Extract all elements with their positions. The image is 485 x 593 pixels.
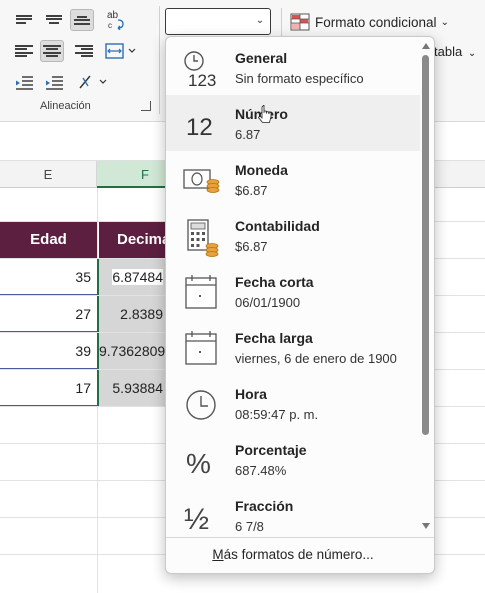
format-option-accounting[interactable]: Contabilidad $6.87 [166,207,420,263]
table-cell-age[interactable]: 35 [0,259,97,295]
header-cell-decimal[interactable]: Decima [98,222,170,258]
svg-text:123: 123 [188,71,216,89]
chevron-down-icon: ⌄ [440,16,449,28]
orientation-button[interactable] [76,71,110,93]
alignment-dialog-launcher-icon[interactable] [141,101,151,111]
increase-indent-icon [46,76,63,90]
format-as-table-label: tabla [434,44,463,59]
accounting-calculator-icon [187,219,219,257]
increase-indent-button[interactable] [42,72,66,94]
align-top-button[interactable] [12,8,36,30]
conditional-format-button[interactable]: Formato condicional ⌄ [290,11,449,33]
dropdown-scrollbar[interactable] [420,43,432,533]
align-left-icon [15,43,33,59]
align-middle-icon [46,13,62,25]
format-option-number[interactable]: 12 Número 6.87 [166,95,420,151]
fraction-icon: ½ [184,503,209,536]
align-center-icon [43,43,61,59]
mouse-cursor-icon [257,105,272,123]
format-option-long-date[interactable]: Fecha larga viernes, 6 de enero de 1900 [166,319,420,375]
number-format-dropdown: 123 General Sin formato específico 12 Nú… [165,36,435,574]
svg-text:%: % [186,448,211,479]
table-cell-age[interactable]: 17 [0,370,97,406]
wrap-text-icon: ab c [107,10,124,30]
format-option-fraction[interactable]: ½ Fracción 6 7/8 [166,487,420,543]
scroll-thumb[interactable] [422,55,429,435]
align-left-button[interactable] [12,40,36,62]
scroll-up-arrow-icon[interactable] [422,43,430,49]
table-cell-age[interactable]: 27 [0,296,97,332]
format-option-currency[interactable]: Moneda $6.87 [166,151,420,207]
table-cell-decimal[interactable]: 2.8389 [97,296,165,332]
align-right-button[interactable] [72,40,96,62]
table-cell-decimal[interactable]: 6.87484 [97,259,165,295]
decrease-indent-icon [16,76,33,90]
general-clock-123-icon: 123 [184,51,216,89]
align-center-button[interactable] [40,40,64,62]
format-option-general[interactable]: 123 General Sin formato específico [166,39,420,95]
column-header-e[interactable]: E [0,161,97,188]
align-bottom-icon [74,14,90,26]
svg-text:ab: ab [107,10,119,21]
align-middle-button[interactable] [42,8,66,30]
align-top-icon [16,13,32,25]
ribbon-separator [159,6,160,114]
merge-center-button[interactable] [103,40,139,62]
decrease-indent-button[interactable] [12,72,36,94]
chevron-down-icon[interactable]: ⌄ [253,12,267,30]
more-number-formats-link[interactable]: Más formatos de número... [166,547,420,562]
table-cell-decimal[interactable]: 9.7362809 [97,333,165,369]
svg-text:c: c [108,21,112,30]
format-option-time[interactable]: Hora 08:59:47 p. m. [166,375,420,431]
wrap-text-button[interactable]: ab c [103,8,127,30]
table-cell-age[interactable]: 39 [0,333,97,369]
svg-text:½: ½ [184,503,209,536]
calendar-icon [185,331,217,365]
table-cell-decimal[interactable]: 5.93884 [97,370,165,406]
percent-icon: % [186,448,211,479]
clock-icon [186,390,216,420]
chevron-down-icon: ⌄ [467,48,477,59]
alignment-group-label: Alineación [40,100,91,112]
number-12-icon: 12 [186,114,213,141]
format-as-table-button[interactable]: tabla ⌄ [434,44,476,59]
orientation-icon [79,75,107,89]
merge-center-icon [105,43,136,59]
align-bottom-button[interactable] [70,9,94,31]
number-format-combobox[interactable]: ⌄ [165,8,271,35]
format-option-percentage[interactable]: % Porcentaje 687.48% [166,431,420,487]
scroll-down-arrow-icon[interactable] [422,523,430,529]
header-cell-edad[interactable]: Edad [0,222,97,258]
format-option-short-date[interactable]: Fecha corta 06/01/1900 [166,263,420,319]
conditional-format-label: Formato condicional [315,14,437,30]
currency-bill-coins-icon [183,169,220,193]
ribbon-separator [281,8,282,38]
calendar-icon [185,275,217,309]
align-right-icon [75,43,93,59]
svg-text:12: 12 [186,114,213,141]
conditional-format-icon [290,13,310,31]
dropdown-divider [166,537,434,538]
